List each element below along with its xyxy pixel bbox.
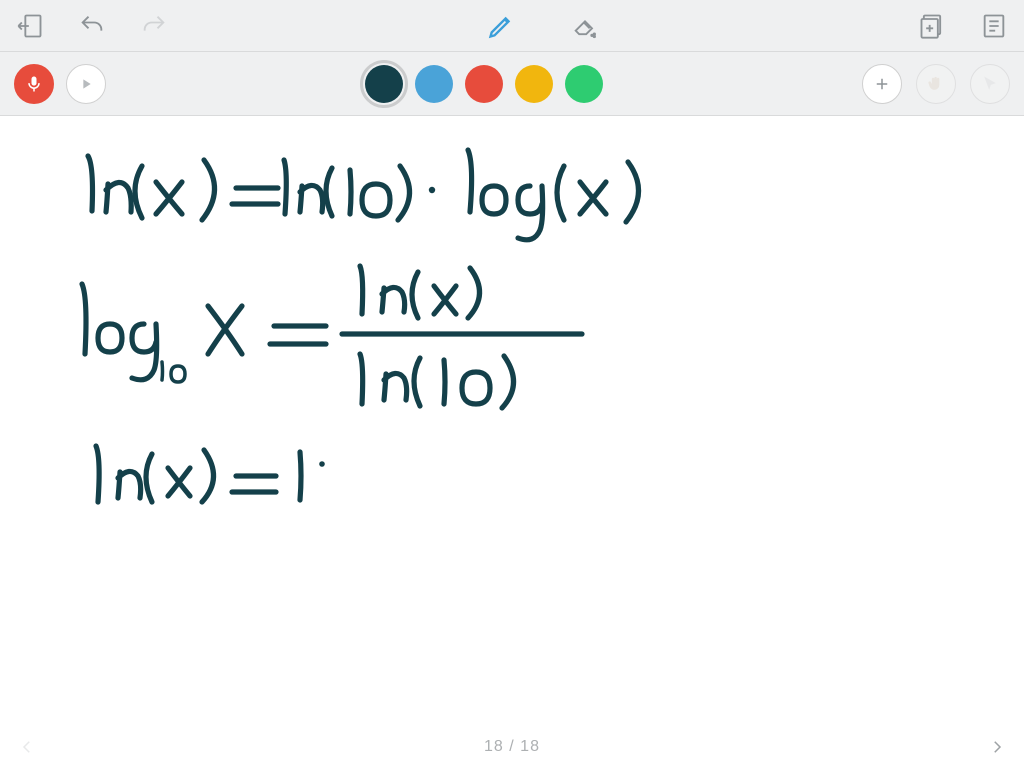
toolbar-right-group bbox=[916, 10, 1010, 42]
eraser-icon bbox=[571, 12, 599, 40]
color-amber[interactable] bbox=[515, 65, 553, 103]
play-icon bbox=[78, 76, 94, 92]
color-darkteal[interactable] bbox=[365, 65, 403, 103]
undo-icon bbox=[78, 12, 106, 40]
redo-icon bbox=[140, 12, 168, 40]
color-blue[interactable] bbox=[415, 65, 453, 103]
toolbar-left-group bbox=[14, 10, 170, 42]
mic-icon bbox=[24, 74, 44, 94]
top-toolbar bbox=[0, 0, 1024, 52]
recording-group bbox=[14, 64, 106, 104]
prev-page-button[interactable] bbox=[18, 738, 36, 756]
secondary-toolbar bbox=[0, 52, 1024, 116]
next-page-button[interactable] bbox=[988, 738, 1006, 756]
redo-button[interactable] bbox=[138, 10, 170, 42]
hand-icon bbox=[926, 74, 946, 94]
notes-button[interactable] bbox=[978, 10, 1010, 42]
drawing-canvas[interactable] bbox=[0, 116, 1024, 726]
toolbar-center-group bbox=[170, 10, 916, 42]
color-red[interactable] bbox=[465, 65, 503, 103]
page-indicator: 18 / 18 bbox=[36, 738, 988, 756]
play-button[interactable] bbox=[66, 64, 106, 104]
cursor-icon bbox=[980, 74, 1000, 94]
add-button[interactable] bbox=[862, 64, 902, 104]
canvas-tools-group bbox=[862, 64, 1010, 104]
add-page-button[interactable] bbox=[916, 10, 948, 42]
exit-icon bbox=[16, 12, 44, 40]
color-green[interactable] bbox=[565, 65, 603, 103]
undo-button[interactable] bbox=[76, 10, 108, 42]
hand-tool[interactable] bbox=[916, 64, 956, 104]
exit-button[interactable] bbox=[14, 10, 46, 42]
color-palette bbox=[106, 65, 862, 103]
plus-icon bbox=[873, 75, 891, 93]
pen-icon bbox=[487, 12, 515, 40]
record-button[interactable] bbox=[14, 64, 54, 104]
eraser-tool[interactable] bbox=[569, 10, 601, 42]
handwriting-layer bbox=[0, 116, 1024, 726]
select-tool[interactable] bbox=[970, 64, 1010, 104]
notes-icon bbox=[980, 12, 1008, 40]
footer: 18 / 18 bbox=[0, 726, 1024, 768]
pen-tool[interactable] bbox=[485, 10, 517, 42]
add-page-icon bbox=[918, 12, 946, 40]
